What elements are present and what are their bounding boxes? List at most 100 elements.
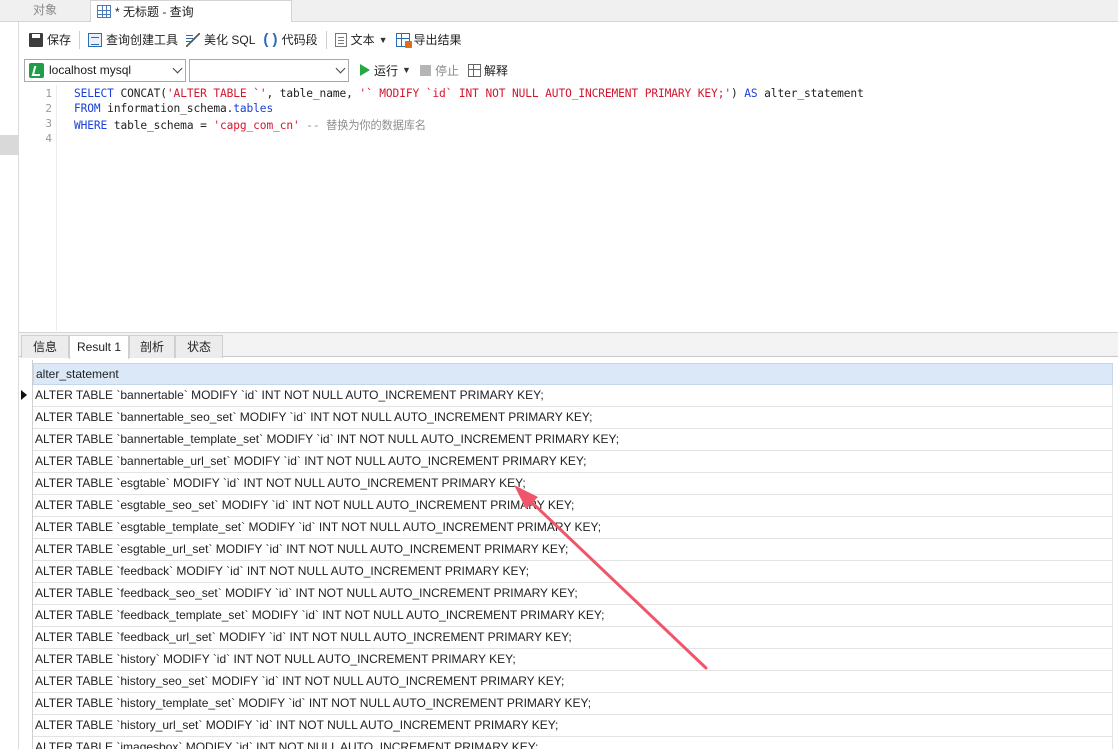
- save-icon: [29, 32, 43, 47]
- connection-select-value: localhost mysql: [49, 63, 132, 77]
- snippet-icon: ( ): [263, 30, 278, 48]
- table-row[interactable]: ALTER TABLE `bannertable_url_set` MODIFY…: [33, 451, 1113, 473]
- run-button[interactable]: 运行 ▼: [360, 62, 411, 79]
- table-cell: ALTER TABLE `feedback` MODIFY `id` INT N…: [35, 564, 530, 578]
- sql-comment: -- 替换为你的数据库名: [299, 119, 426, 132]
- table-cell: ALTER TABLE `feedback_seo_set` MODIFY `i…: [35, 586, 578, 600]
- export-icon: [395, 32, 412, 48]
- line-number: 3: [45, 117, 52, 130]
- explain-label: 解释: [483, 63, 508, 78]
- result-tab-bar: 信息 Result 1 剖析 状态: [19, 332, 1118, 359]
- table-row[interactable]: ALTER TABLE `esgtable` MODIFY `id` INT N…: [33, 473, 1113, 495]
- snippet-button[interactable]: ( ) 代码段: [259, 28, 321, 52]
- table-cell: ALTER TABLE `feedback_url_set` MODIFY `i…: [35, 630, 572, 644]
- export-label: 导出结果: [413, 33, 462, 47]
- connection-select[interactable]: localhost mysql: [24, 58, 186, 82]
- query-builder-icon: [88, 32, 103, 47]
- sql-text: CONCAT(: [113, 87, 167, 100]
- table-cell: ALTER TABLE `esgtable_url_set` MODIFY `i…: [35, 542, 569, 556]
- table-row[interactable]: ALTER TABLE `esgtable_template_set` MODI…: [33, 517, 1113, 539]
- table-row[interactable]: ALTER TABLE `bannertable_template_set` M…: [33, 429, 1113, 451]
- table-row[interactable]: ALTER TABLE `imagesbox` MODIFY `id` INT …: [33, 737, 1113, 749]
- table-row[interactable]: ALTER TABLE `history_url_set` MODIFY `id…: [33, 715, 1113, 737]
- tab-info[interactable]: 信息: [21, 335, 69, 358]
- sql-keyword: AS: [744, 87, 758, 100]
- text-mode-button[interactable]: 文本 ▼: [331, 28, 392, 52]
- table-row[interactable]: ALTER TABLE `esgtable_url_set` MODIFY `i…: [33, 539, 1113, 561]
- sql-text: ): [730, 87, 745, 100]
- chevron-down-icon: [172, 63, 183, 73]
- table-cell: ALTER TABLE `history_seo_set` MODIFY `id…: [35, 674, 565, 688]
- table-row[interactable]: ALTER TABLE `bannertable_seo_set` MODIFY…: [33, 407, 1113, 429]
- explain-button[interactable]: 解释: [467, 62, 508, 79]
- table-row[interactable]: ALTER TABLE `feedback` MODIFY `id` INT N…: [33, 561, 1113, 583]
- code-line-2: FROM information_schema.tables: [74, 102, 273, 115]
- table-cell: ALTER TABLE `bannertable_seo_set` MODIFY…: [35, 410, 593, 424]
- line-number-gutter: 1 2 3 4: [19, 85, 57, 331]
- sql-editor[interactable]: 1 2 3 4 SELECT CONCAT('ALTER TABLE `', t…: [19, 85, 1118, 331]
- explain-icon: [467, 63, 481, 77]
- tab-status[interactable]: 状态: [175, 335, 223, 358]
- save-button[interactable]: 保存: [25, 28, 75, 52]
- table-cell: ALTER TABLE `esgtable` MODIFY `id` INT N…: [35, 476, 526, 490]
- table-row[interactable]: ALTER TABLE `history` MODIFY `id` INT NO…: [33, 649, 1113, 671]
- column-header-alter-statement[interactable]: alter_statement: [33, 363, 1113, 385]
- sql-text: table_schema =: [107, 119, 214, 132]
- connection-bar: localhost mysql 运行 ▼ 停止 解释: [19, 57, 1118, 83]
- sql-string: 'ALTER TABLE `': [166, 87, 267, 100]
- table-cell: ALTER TABLE `imagesbox` MODIFY `id` INT …: [35, 740, 539, 749]
- sql-string: '` MODIFY `id` INT NOT NULL AUTO_INCREME…: [359, 87, 731, 100]
- table-row[interactable]: ALTER TABLE `esgtable_seo_set` MODIFY `i…: [33, 495, 1113, 517]
- row-indicator-column: [19, 360, 33, 749]
- table-cell: ALTER TABLE `feedback_template_set` MODI…: [35, 608, 605, 622]
- query-builder-button[interactable]: 查询创建工具: [84, 28, 182, 52]
- tab-query-label: * 无标题 - 查询: [115, 4, 194, 19]
- table-cell: ALTER TABLE `history_url_set` MODIFY `id…: [35, 718, 559, 732]
- snippet-label: 代码段: [281, 33, 318, 47]
- grid-rows: ALTER TABLE `bannertable` MODIFY `id` IN…: [21, 385, 1113, 749]
- table-cell: ALTER TABLE `bannertable_template_set` M…: [35, 432, 620, 446]
- code-line-3: WHERE table_schema = 'capg_com_cn' -- 替换…: [74, 117, 426, 133]
- play-icon: [360, 64, 370, 76]
- chevron-down-icon: [335, 63, 346, 73]
- sql-keyword: tables: [233, 102, 274, 115]
- query-toolbar: 保存 查询创建工具 美化 SQL ( ) 代码段 文本 ▼ 导出结果: [19, 24, 1118, 55]
- beautify-sql-button[interactable]: 美化 SQL: [182, 28, 259, 52]
- mysql-connection-icon: [29, 62, 44, 78]
- query-builder-label: 查询创建工具: [106, 33, 179, 47]
- table-row[interactable]: ALTER TABLE `feedback_seo_set` MODIFY `i…: [33, 583, 1113, 605]
- export-results-button[interactable]: 导出结果: [392, 28, 466, 52]
- table-row[interactable]: ALTER TABLE `history_template_set` MODIF…: [33, 693, 1113, 715]
- chevron-down-icon[interactable]: ▼: [379, 35, 388, 45]
- tab-profile[interactable]: 剖析: [129, 335, 175, 358]
- table-row[interactable]: ALTER TABLE `feedback_url_set` MODIFY `i…: [33, 627, 1113, 649]
- table-row[interactable]: ALTER TABLE `history_seo_set` MODIFY `id…: [33, 671, 1113, 693]
- sql-text: information_schema.: [100, 102, 234, 115]
- tab-query[interactable]: * 无标题 - 查询: [90, 0, 292, 22]
- run-label: 运行: [374, 63, 399, 78]
- line-number: 2: [45, 102, 52, 115]
- document-tab-bar: 对象 * 无标题 - 查询: [0, 0, 1118, 22]
- sql-text: alter_statement: [757, 87, 864, 100]
- text-document-icon: [334, 32, 347, 47]
- tab-objects[interactable]: 对象: [0, 0, 90, 22]
- database-select[interactable]: [189, 58, 349, 82]
- result-grid[interactable]: alter_statement ALTER TABLE `bannertable…: [19, 360, 1118, 749]
- beautify-label: 美化 SQL: [204, 33, 256, 47]
- toolbar-separator: [325, 30, 327, 49]
- text-mode-label: 文本: [350, 33, 375, 47]
- sql-keyword: FROM: [74, 102, 101, 115]
- sql-keyword: SELECT: [74, 87, 114, 100]
- tab-result-1[interactable]: Result 1: [69, 335, 129, 359]
- beautify-icon: [186, 32, 201, 47]
- splitter-handle[interactable]: [0, 135, 19, 155]
- left-panel-edge: [0, 22, 19, 749]
- chevron-down-icon[interactable]: ▼: [402, 65, 411, 75]
- table-cell: ALTER TABLE `esgtable_template_set` MODI…: [35, 520, 602, 534]
- table-row[interactable]: ALTER TABLE `bannertable` MODIFY `id` IN…: [21, 385, 1113, 407]
- table-cell: ALTER TABLE `bannertable` MODIFY `id` IN…: [35, 388, 544, 402]
- table-cell: ALTER TABLE `esgtable_seo_set` MODIFY `i…: [35, 498, 575, 512]
- query-grid-icon: [97, 5, 111, 18]
- table-row[interactable]: ALTER TABLE `feedback_template_set` MODI…: [33, 605, 1113, 627]
- stop-button[interactable]: 停止: [419, 62, 459, 79]
